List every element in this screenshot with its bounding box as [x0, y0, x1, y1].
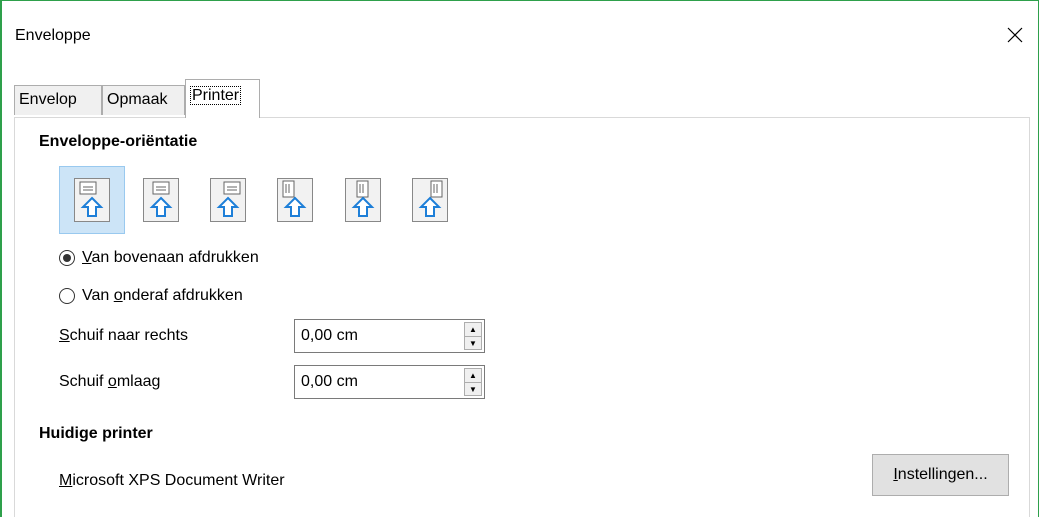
tab-envelop[interactable]: Envelop [14, 85, 102, 115]
envelope-horizontal-right-icon [210, 178, 246, 222]
tab-opmaak[interactable]: Opmaak [102, 85, 185, 115]
print-from-top-radio[interactable]: Van bovenaan afdrukken [59, 249, 259, 267]
radio-indicator[interactable] [59, 250, 75, 266]
printer-name: Microsoft XPS Document Writer [59, 472, 285, 489]
orientation-option-3[interactable] [195, 166, 261, 234]
orientation-option-2[interactable] [128, 166, 194, 234]
shift-right-spin-buttons[interactable]: ▲ ▼ [464, 322, 482, 350]
radio-indicator[interactable] [59, 288, 75, 304]
envelope-vertical-right-icon [412, 178, 448, 222]
title-bar: Enveloppe [2, 1, 1038, 71]
tab-printer[interactable]: Printer [185, 79, 260, 118]
printer-tab-panel: Enveloppe-oriëntatie Van bovenaan afdruk… [14, 117, 1030, 517]
orientation-option-5[interactable] [330, 166, 396, 234]
orientation-option-4[interactable] [262, 166, 328, 234]
shift-down-input[interactable] [295, 366, 465, 398]
spin-up-icon[interactable]: ▲ [465, 369, 481, 383]
envelope-dialog: Enveloppe Envelop Opmaak Printer Envelop… [0, 0, 1039, 517]
envelope-horizontal-left-icon [74, 178, 110, 222]
spin-down-icon[interactable]: ▼ [465, 337, 481, 350]
shift-right-spinbox[interactable]: ▲ ▼ [294, 319, 485, 353]
orientation-option-6[interactable] [397, 166, 463, 234]
print-from-bottom-label: Van onderaf afdrukken [82, 287, 243, 304]
spin-up-icon[interactable]: ▲ [465, 323, 481, 337]
current-printer-heading: Huidige printer [39, 425, 153, 442]
close-button[interactable] [992, 1, 1038, 69]
envelope-vertical-left-icon [277, 178, 313, 222]
orientation-option-1[interactable] [59, 166, 125, 234]
envelope-horizontal-center-icon [143, 178, 179, 222]
print-from-top-label: Van bovenaan afdrukken [82, 249, 259, 266]
shift-down-label: Schuif omlaag [59, 373, 161, 390]
orientation-heading: Enveloppe-oriëntatie [39, 133, 198, 150]
printer-settings-button[interactable]: Instellingen... [872, 454, 1009, 496]
print-from-bottom-radio[interactable]: Van onderaf afdrukken [59, 287, 243, 305]
shift-right-label: Schuif naar rechts [59, 327, 188, 344]
shift-down-spin-buttons[interactable]: ▲ ▼ [464, 368, 482, 396]
shift-right-input[interactable] [295, 320, 465, 352]
close-icon [1007, 27, 1023, 43]
window-title: Enveloppe [15, 27, 91, 44]
shift-down-spinbox[interactable]: ▲ ▼ [294, 365, 485, 399]
envelope-vertical-center-icon [345, 178, 381, 222]
spin-down-icon[interactable]: ▼ [465, 383, 481, 396]
